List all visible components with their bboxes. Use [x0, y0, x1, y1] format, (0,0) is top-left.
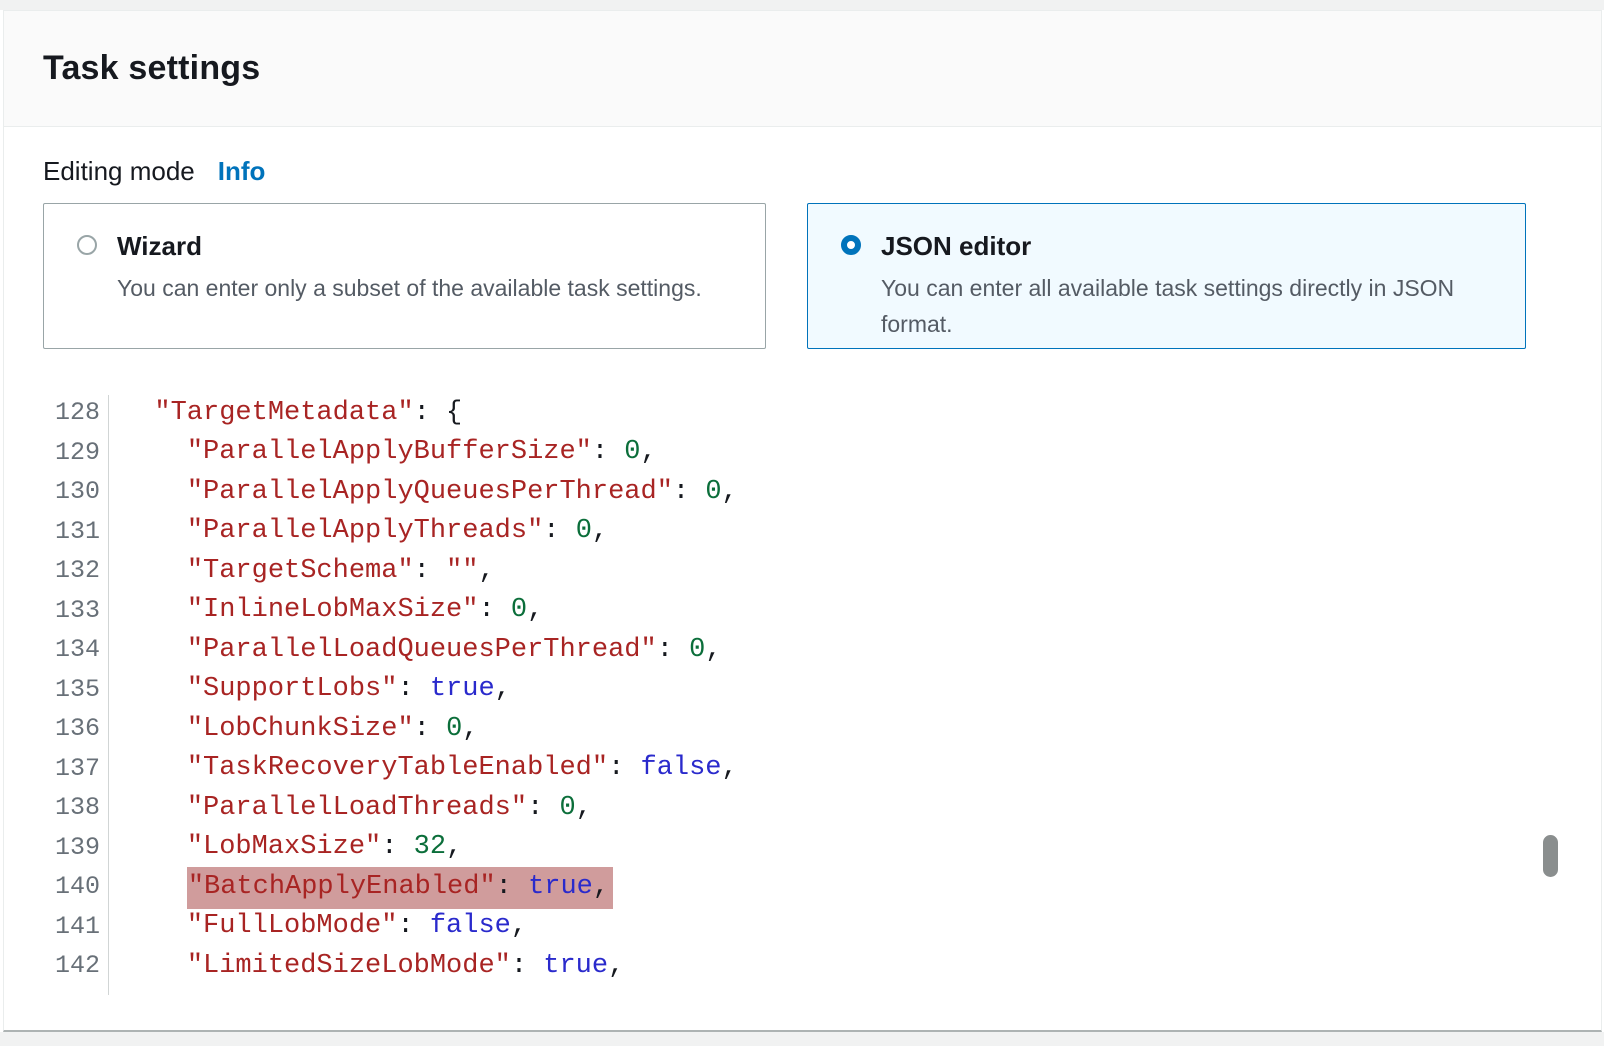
- line-number: 135: [4, 675, 100, 704]
- editing-mode-label: Editing mode: [43, 156, 195, 187]
- line-number: 133: [4, 596, 100, 625]
- editing-mode-tiles: Wizard You can enter only a subset of th…: [43, 203, 1526, 349]
- code-line: 129 "ParallelApplyBufferSize": 0,: [4, 433, 1544, 473]
- code-line: 139 "LobMaxSize": 32,: [4, 828, 1544, 868]
- code-line: 136 "LobChunkSize": 0,: [4, 709, 1544, 749]
- code-line-content: "LobChunkSize": 0,: [100, 714, 478, 744]
- code-line-content: "LimitedSizeLobMode": true,: [100, 951, 624, 981]
- code-line-content: "TaskRecoveryTableEnabled": false,: [100, 753, 738, 783]
- code-line-content: "ParallelLoadQueuesPerThread": 0,: [100, 635, 722, 665]
- line-number: 142: [4, 951, 100, 980]
- line-number: 140: [4, 872, 100, 901]
- code-line: 138 "ParallelLoadThreads": 0,: [4, 788, 1544, 828]
- code-line-content: "ParallelLoadThreads": 0,: [100, 793, 592, 823]
- wizard-radio-icon[interactable]: [77, 235, 97, 255]
- highlighted-code: "BatchApplyEnabled": true,: [187, 867, 613, 909]
- code-line: 137 "TaskRecoveryTableEnabled": false,: [4, 749, 1544, 789]
- code-line: 133 "InlineLobMaxSize": 0,: [4, 591, 1544, 631]
- code-line: 132 "TargetSchema": "",: [4, 551, 1544, 591]
- editing-mode-row: Editing mode Info: [43, 156, 265, 187]
- line-number: 128: [4, 398, 100, 427]
- code-line-content: "ParallelApplyQueuesPerThread": 0,: [100, 477, 738, 507]
- json-editor-tile-description: You can enter all available task setting…: [881, 270, 1505, 342]
- code-line: 128 "TargetMetadata": {: [4, 393, 1544, 433]
- json-editor-radio-icon[interactable]: [841, 235, 861, 255]
- wizard-tile-description: You can enter only a subset of the avail…: [117, 270, 702, 306]
- info-link[interactable]: Info: [218, 156, 266, 187]
- page-title: Task settings: [43, 49, 1601, 88]
- code-line: 142 "LimitedSizeLobMode": true,: [4, 946, 1544, 986]
- panel-content: Editing mode Info Wizard You can enter o…: [4, 127, 1601, 1030]
- line-number: 134: [4, 635, 100, 664]
- line-number: 137: [4, 754, 100, 783]
- wizard-tile-label: Wizard: [117, 229, 702, 263]
- line-number: 131: [4, 517, 100, 546]
- page-background-bottom: [0, 1032, 1604, 1046]
- wizard-tile-text: Wizard You can enter only a subset of th…: [117, 229, 702, 306]
- line-number: 139: [4, 833, 100, 862]
- code-line: 130 "ParallelApplyQueuesPerThread": 0,: [4, 472, 1544, 512]
- task-settings-panel: Task settings Editing mode Info Wizard Y…: [3, 10, 1602, 1032]
- line-number: 138: [4, 793, 100, 822]
- code-line: 140 "BatchApplyEnabled": true,: [4, 867, 1544, 907]
- line-number: 141: [4, 912, 100, 941]
- code-line: 135 "SupportLobs": true,: [4, 670, 1544, 710]
- code-line-content: "TargetMetadata": {: [100, 398, 462, 428]
- code-line-content: "LobMaxSize": 32,: [100, 832, 462, 862]
- code-line-content: "TargetSchema": "",: [100, 556, 495, 586]
- line-number: 129: [4, 438, 100, 467]
- code-line-content: "SupportLobs": true,: [100, 674, 511, 704]
- code-line: 141 "FullLobMode": false,: [4, 907, 1544, 947]
- line-number: 136: [4, 714, 100, 743]
- page-background-top: [0, 0, 1604, 10]
- code-line-content: "ParallelApplyBufferSize": 0,: [100, 437, 657, 467]
- json-editor-tile-text: JSON editor You can enter all available …: [881, 229, 1505, 342]
- json-editor-tile[interactable]: JSON editor You can enter all available …: [807, 203, 1526, 349]
- code-line-content: "InlineLobMaxSize": 0,: [100, 595, 543, 625]
- wizard-tile[interactable]: Wizard You can enter only a subset of th…: [43, 203, 766, 349]
- code-line: 134 "ParallelLoadQueuesPerThread": 0,: [4, 630, 1544, 670]
- json-code-editor[interactable]: 128 "TargetMetadata": {129 "ParallelAppl…: [4, 393, 1544, 986]
- code-line-content: "BatchApplyEnabled": true,: [100, 872, 613, 902]
- line-number: 132: [4, 556, 100, 585]
- panel-header: Task settings: [4, 11, 1601, 127]
- json-editor-tile-label: JSON editor: [881, 229, 1505, 263]
- code-line-content: "FullLobMode": false,: [100, 911, 527, 941]
- code-lines: 128 "TargetMetadata": {129 "ParallelAppl…: [4, 393, 1544, 986]
- code-line: 131 "ParallelApplyThreads": 0,: [4, 512, 1544, 552]
- code-line-content: "ParallelApplyThreads": 0,: [100, 516, 608, 546]
- line-number: 130: [4, 477, 100, 506]
- vertical-scrollbar-thumb[interactable]: [1543, 835, 1558, 877]
